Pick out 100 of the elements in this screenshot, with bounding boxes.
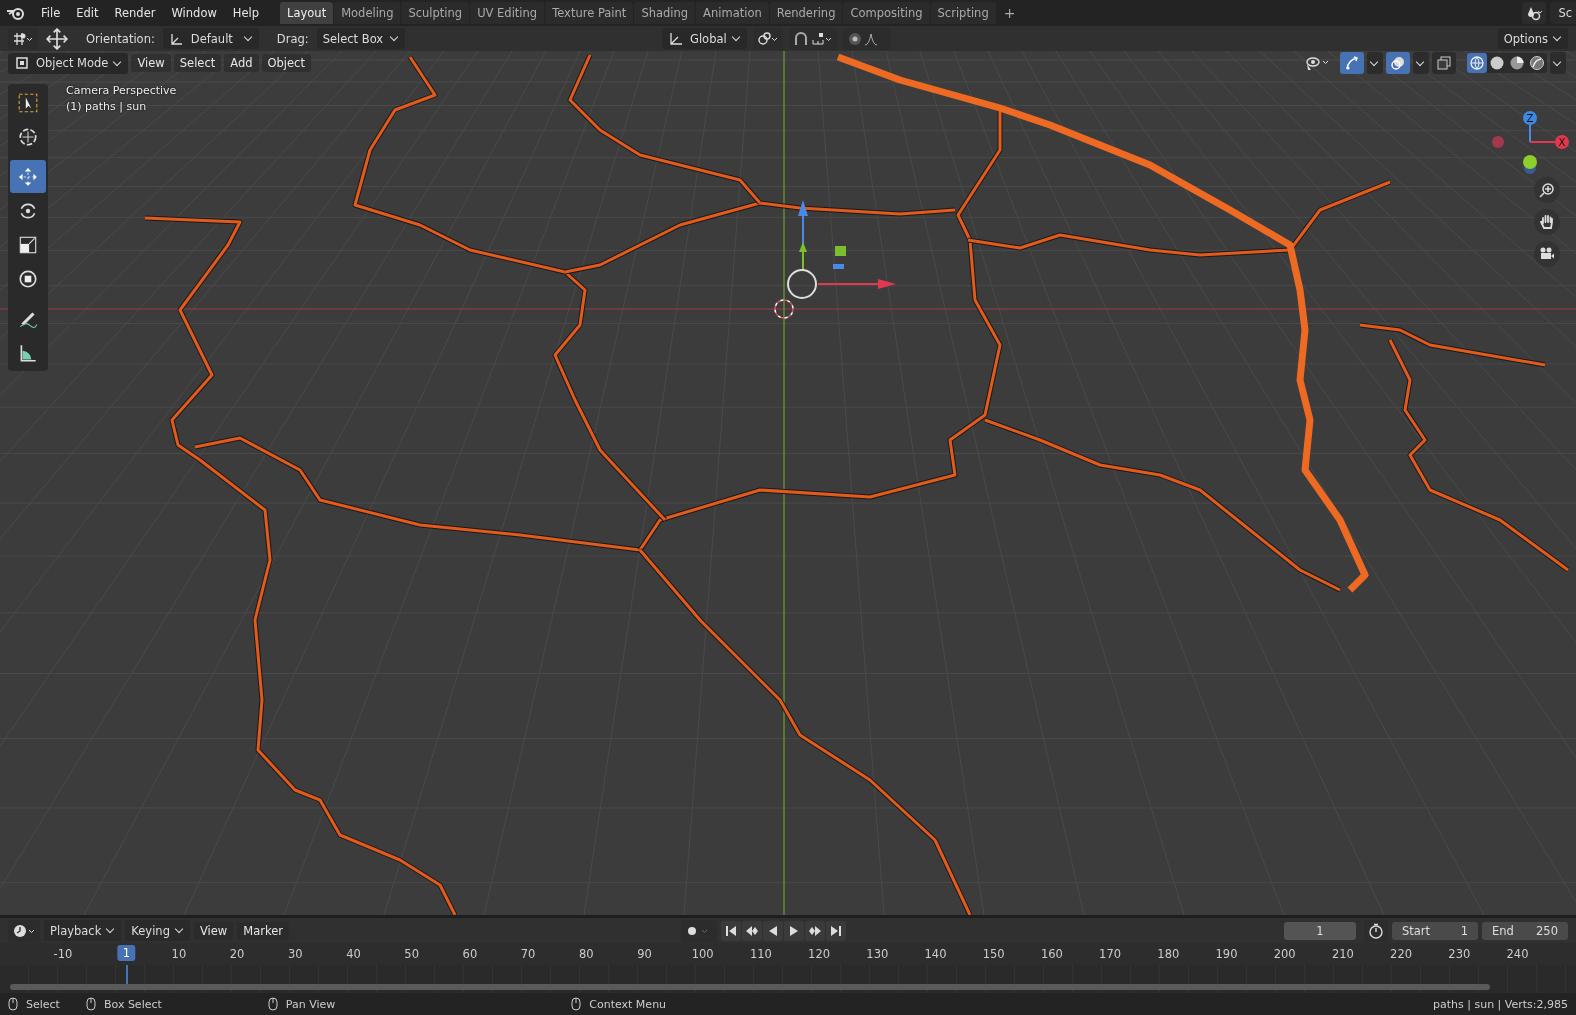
- sphere-icon: [1469, 55, 1485, 71]
- drag-label: Drag:: [276, 31, 309, 46]
- frame-number: 20: [229, 947, 245, 961]
- transform-orientation-dropdown[interactable]: Global: [662, 28, 747, 49]
- workspace-tab[interactable]: Rendering: [769, 2, 843, 24]
- workspace-tab[interactable]: Shading: [634, 2, 696, 24]
- mode-dropdown[interactable]: Object Mode: [8, 52, 129, 74]
- hand-icon: [1539, 214, 1555, 230]
- scene-type-button[interactable]: [1522, 2, 1547, 24]
- frame-number: 40: [346, 947, 361, 961]
- magnet-icon: [792, 30, 833, 47]
- menu-item[interactable]: Render: [107, 3, 163, 23]
- zoom-button[interactable]: [1534, 177, 1560, 203]
- scene-selector[interactable]: Sc: [1550, 2, 1576, 24]
- frame-number: 240: [1506, 947, 1529, 961]
- pan-button[interactable]: [1534, 209, 1560, 235]
- frame-number: 190: [1215, 947, 1238, 961]
- menu-item[interactable]: Marker: [237, 921, 289, 940]
- menu-item[interactable]: File: [34, 3, 68, 23]
- orientation-dropdown[interactable]: Default: [162, 28, 259, 49]
- menu-item[interactable]: Window: [164, 3, 224, 23]
- sphere-icon: [1489, 55, 1505, 71]
- move-icon: [17, 165, 39, 188]
- jump-start-button[interactable]: [721, 920, 741, 941]
- shading-mode-button[interactable]: [1527, 53, 1547, 73]
- overlapping-squares-icon: [1436, 55, 1452, 71]
- scrollbar[interactable]: [10, 984, 1490, 990]
- workspace-tab[interactable]: Texture Paint: [545, 2, 634, 24]
- clock-icon: [12, 922, 36, 939]
- frame-number: 80: [579, 947, 594, 961]
- drag-dropdown[interactable]: Select Box: [316, 28, 405, 49]
- play-button[interactable]: [784, 920, 804, 941]
- camera-icon: [1539, 246, 1555, 262]
- frame-number: 30: [288, 947, 303, 961]
- stopwatch-icon: [1368, 922, 1384, 939]
- stopwatch-button[interactable]: [1364, 919, 1388, 942]
- move-icon[interactable]: [46, 27, 68, 50]
- frame-number: 140: [924, 947, 947, 961]
- frame-number: 130: [866, 947, 889, 961]
- snap-button[interactable]: [788, 27, 837, 50]
- frame-number: 10: [171, 947, 187, 961]
- frame-number: 70: [520, 947, 536, 961]
- frame-number: 200: [1273, 947, 1296, 961]
- overlays-toggle-button[interactable]: [1386, 52, 1410, 74]
- frame-number: 60: [462, 947, 478, 961]
- frame-number: 120: [808, 947, 831, 961]
- start-frame-field[interactable]: Start 1: [1392, 921, 1478, 940]
- menu-item[interactable]: Add: [224, 54, 259, 72]
- proportional-editing-button[interactable]: [842, 27, 891, 50]
- menu-item[interactable]: Select: [173, 54, 222, 72]
- 3d-cursor-icon: [774, 299, 794, 319]
- workspace-tab[interactable]: UV Editing: [470, 2, 545, 24]
- play-reverse-button[interactable]: [763, 920, 783, 941]
- frame-number: 50: [404, 947, 419, 961]
- add-workspace-button[interactable]: +: [996, 3, 1023, 23]
- select-box-icon: [17, 91, 39, 114]
- frame-number: 150: [982, 947, 1005, 961]
- circles-icon: [756, 30, 779, 47]
- shading-mode-button[interactable]: [1467, 53, 1487, 73]
- workspace-tab[interactable]: Modeling: [334, 2, 401, 24]
- transform-gizmo-icon[interactable]: [787, 200, 896, 299]
- timeline-menu[interactable]: Keying: [125, 920, 190, 941]
- next-keyframe-button[interactable]: [805, 920, 825, 941]
- workspace-tab[interactable]: Sculpting: [401, 2, 470, 24]
- sphere-icon: [1509, 55, 1525, 71]
- workspace-tab[interactable]: Compositing: [843, 2, 930, 24]
- pivot-point-button[interactable]: [752, 27, 783, 50]
- current-frame-field[interactable]: 1: [1284, 921, 1356, 940]
- overlapping-circles-icon: [1390, 55, 1406, 71]
- menu-item[interactable]: Object: [261, 54, 311, 72]
- end-frame-field[interactable]: End 250: [1482, 921, 1568, 940]
- overlays-options-button[interactable]: [1413, 52, 1429, 74]
- editor-type-button[interactable]: [8, 27, 38, 50]
- mouse-icon: [8, 997, 18, 1011]
- xray-toggle-button[interactable]: [1432, 52, 1456, 74]
- shading-options-button[interactable]: [1550, 52, 1566, 74]
- blender-logo-icon[interactable]: [6, 5, 26, 21]
- workspace-tab[interactable]: Scripting: [930, 2, 996, 24]
- shortcut-hint: Box Select: [103, 997, 162, 1011]
- workspace-tab[interactable]: Layout: [280, 2, 334, 24]
- editor-type-button[interactable]: [8, 919, 40, 942]
- frame-number: -10: [53, 947, 73, 961]
- menu-item[interactable]: Help: [225, 3, 267, 23]
- gizmo-toggle-button[interactable]: [1340, 52, 1364, 74]
- sphere-icon: [1529, 55, 1545, 71]
- menu-item[interactable]: Edit: [69, 3, 106, 23]
- previous-keyframe-button[interactable]: [742, 920, 762, 941]
- menu-item[interactable]: View: [131, 54, 171, 72]
- jump-end-button[interactable]: [826, 920, 846, 941]
- scene-statistics: paths | sun | Verts:2,985: [1433, 997, 1568, 1011]
- auto-keying-button[interactable]: [681, 919, 717, 942]
- menu-item[interactable]: View: [193, 921, 234, 940]
- viewport-info-text: Camera Perspective: [66, 84, 177, 97]
- camera-view-button[interactable]: [1534, 241, 1560, 267]
- playhead-frame-marker[interactable]: 1: [117, 945, 135, 961]
- cube-icon: [14, 55, 30, 71]
- timeline-menu[interactable]: Playback: [44, 920, 122, 941]
- gizmo-options-button[interactable]: [1367, 52, 1383, 74]
- options-dropdown[interactable]: Options: [1497, 28, 1568, 49]
- workspace-tab[interactable]: Animation: [696, 2, 769, 24]
